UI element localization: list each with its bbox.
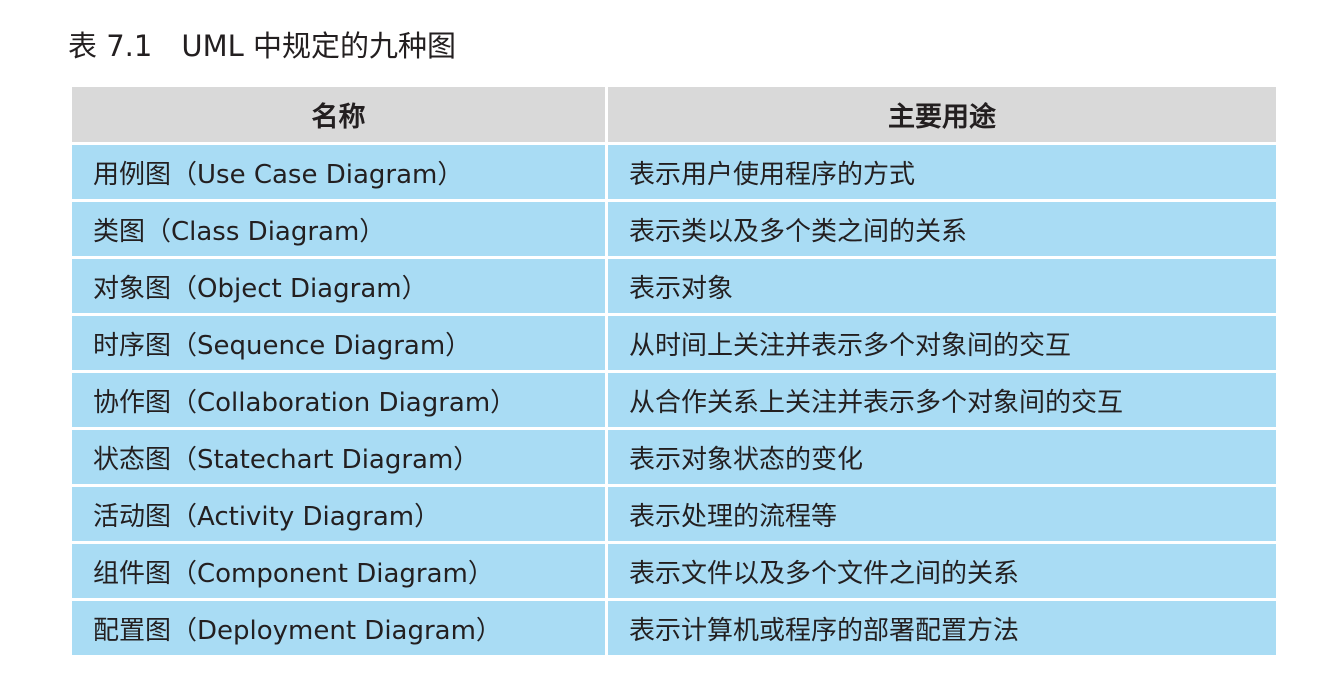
uml-diagrams-table: 名称 主要用途 用例图（Use Case Diagram） 表示用户使用程序的方… [72,87,1276,655]
diagram-purpose-cell: 表示用户使用程序的方式 [608,145,1276,199]
diagram-name-cell: 组件图（Component Diagram） [72,544,605,598]
diagram-purpose-cell: 表示处理的流程等 [608,487,1276,541]
diagram-name-cell: 类图（Class Diagram） [72,202,605,256]
diagram-name-cell: 时序图（Sequence Diagram） [72,316,605,370]
diagram-purpose-cell: 从时间上关注并表示多个对象间的交互 [608,316,1276,370]
diagram-purpose-cell: 表示计算机或程序的部署配置方法 [608,601,1276,655]
table-caption: 表 7.1 UML 中规定的九种图 [68,29,456,63]
diagram-name-cell: 协作图（Collaboration Diagram） [72,373,605,427]
column-header-name: 名称 [72,87,605,142]
diagram-name-cell: 用例图（Use Case Diagram） [72,145,605,199]
diagram-purpose-cell: 从合作关系上关注并表示多个对象间的交互 [608,373,1276,427]
diagram-purpose-cell: 表示文件以及多个文件之间的关系 [608,544,1276,598]
diagram-name-cell: 对象图（Object Diagram） [72,259,605,313]
diagram-purpose-cell: 表示类以及多个类之间的关系 [608,202,1276,256]
diagram-name-cell: 配置图（Deployment Diagram） [72,601,605,655]
diagram-purpose-cell: 表示对象 [608,259,1276,313]
diagram-purpose-cell: 表示对象状态的变化 [608,430,1276,484]
diagram-name-cell: 活动图（Activity Diagram） [72,487,605,541]
diagram-name-cell: 状态图（Statechart Diagram） [72,430,605,484]
column-header-purpose: 主要用途 [608,87,1276,142]
